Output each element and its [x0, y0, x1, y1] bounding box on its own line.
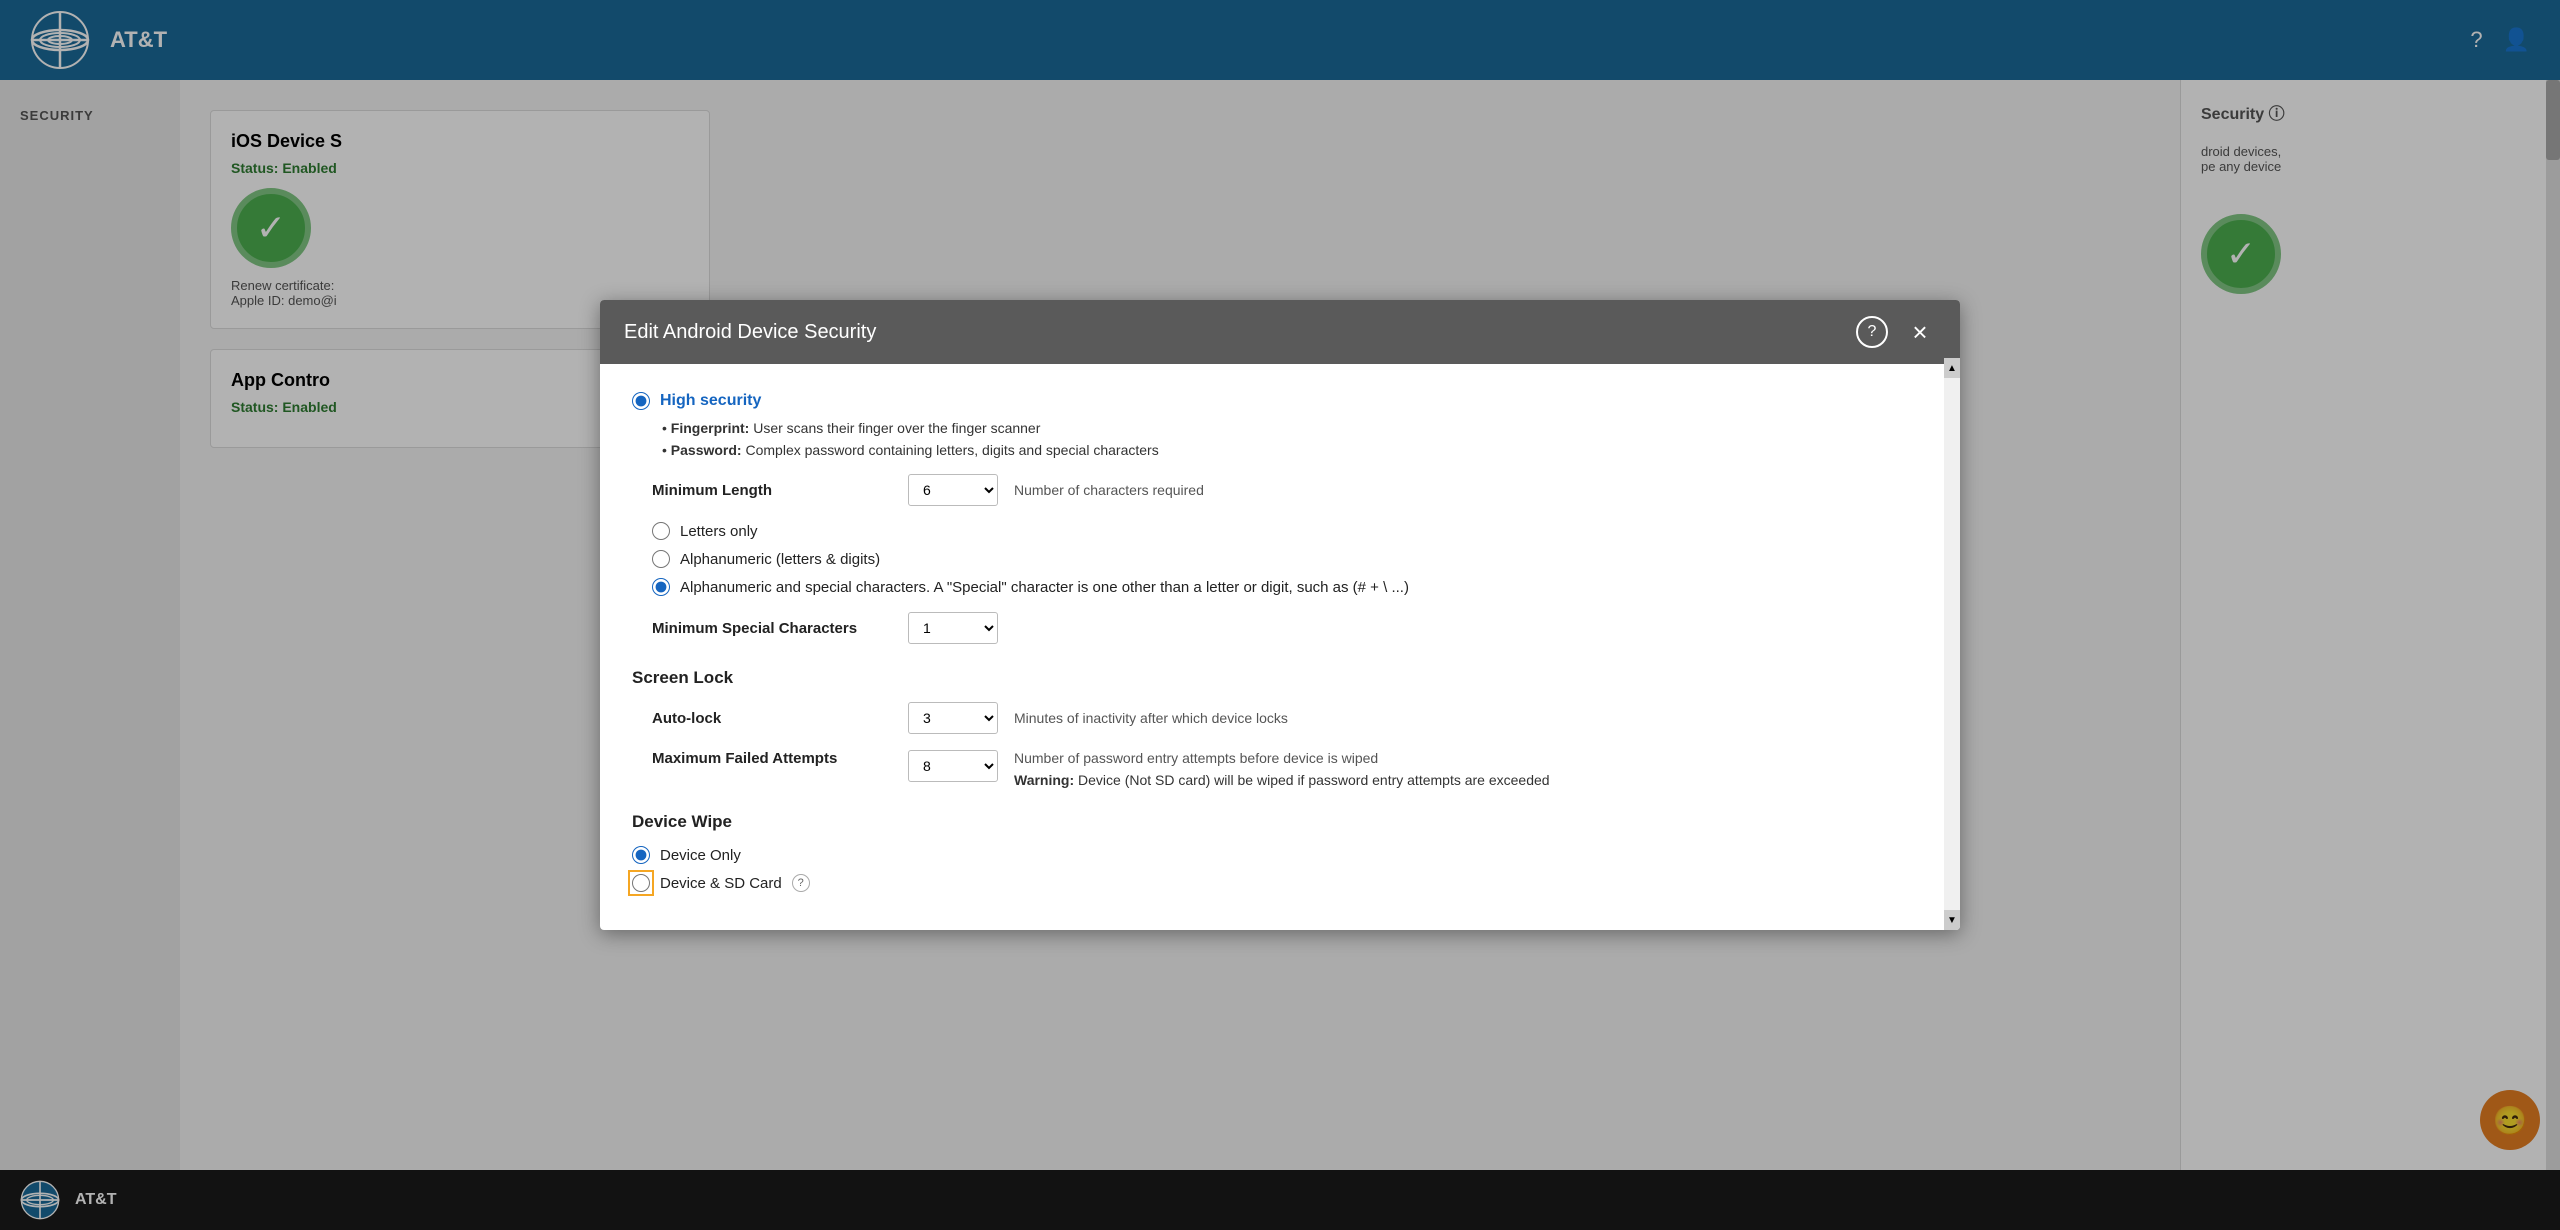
min-special-chars-row: Minimum Special Characters 0 1 2 3 4 5: [652, 612, 1928, 644]
alphanumeric-special-option: Alphanumeric and special characters. A "…: [652, 578, 1928, 596]
max-failed-attempts-hint: Number of password entry attempts before…: [1014, 750, 1550, 766]
warning-desc: Device (Not SD card) will be wiped if pa…: [1078, 772, 1550, 788]
auto-lock-select[interactable]: 1 2 3 4 5 10 15 30: [908, 702, 998, 734]
password-desc: Complex password containing letters, dig…: [746, 442, 1159, 458]
minimum-length-hint: Number of characters required: [1014, 482, 1204, 498]
max-failed-attempts-select[interactable]: 4 5 6 7 8 9 10: [908, 750, 998, 782]
alphanumeric-option: Alphanumeric (letters & digits): [652, 550, 1928, 568]
device-sd-card-help-icon[interactable]: ?: [792, 874, 810, 892]
auto-lock-label: Auto-lock: [652, 710, 892, 727]
device-only-option: Device Only: [632, 846, 1928, 864]
password-type-group: Letters only Alphanumeric (letters & dig…: [652, 522, 1928, 596]
high-security-option: High security: [632, 392, 1928, 410]
high-security-radio[interactable]: [632, 392, 650, 410]
password-label: Password:: [671, 442, 742, 458]
modal-title: Edit Android Device Security: [624, 321, 876, 344]
max-failed-attempts-warning: Warning: Device (Not SD card) will be wi…: [1014, 772, 1550, 788]
modal-scrollbar-up-arrow[interactable]: ▲: [1944, 358, 1960, 378]
minimum-length-row: Minimum Length 4 5 6 7 8 9 10 Number of …: [652, 474, 1928, 506]
device-sd-card-option: Device & SD Card ?: [632, 874, 1928, 892]
device-only-radio[interactable]: [632, 846, 650, 864]
password-bullet: • Password: Complex password containing …: [662, 442, 1928, 458]
auto-lock-row: Auto-lock 1 2 3 4 5 10 15 30 Minutes of …: [652, 702, 1928, 734]
security-bullet-list: • Fingerprint: User scans their finger o…: [662, 420, 1928, 458]
min-special-chars-select[interactable]: 0 1 2 3 4 5: [908, 612, 998, 644]
max-failed-attempts-label: Maximum Failed Attempts: [652, 750, 892, 767]
warning-label: Warning:: [1014, 772, 1074, 788]
device-sd-card-label: Device & SD Card: [660, 875, 782, 892]
high-security-label: High security: [660, 392, 761, 410]
letters-only-option: Letters only: [652, 522, 1928, 540]
screen-lock-section-header: Screen Lock: [632, 668, 1928, 688]
minimum-length-label: Minimum Length: [652, 482, 892, 499]
alphanumeric-label: Alphanumeric (letters & digits): [680, 551, 880, 568]
alphanumeric-special-label: Alphanumeric and special characters. A "…: [680, 579, 1409, 596]
edit-android-security-modal: Edit Android Device Security ? × High se…: [600, 300, 1960, 930]
auto-lock-hint: Minutes of inactivity after which device…: [1014, 710, 1288, 726]
modal-scrollbar-track: [1944, 378, 1960, 910]
device-wipe-section: Device Wipe Device Only Device & SD Card…: [632, 812, 1928, 892]
alphanumeric-radio[interactable]: [652, 550, 670, 568]
modal-close-button[interactable]: ×: [1904, 316, 1936, 348]
minimum-length-select[interactable]: 4 5 6 7 8 9 10: [908, 474, 998, 506]
modal-header-actions: ? ×: [1856, 316, 1936, 348]
letters-only-radio[interactable]: [652, 522, 670, 540]
device-only-label: Device Only: [660, 847, 741, 864]
letters-only-label: Letters only: [680, 523, 758, 540]
fingerprint-desc: User scans their finger over the finger …: [753, 420, 1040, 436]
alphanumeric-special-radio[interactable]: [652, 578, 670, 596]
modal-header: Edit Android Device Security ? ×: [600, 300, 1960, 364]
fingerprint-bullet: • Fingerprint: User scans their finger o…: [662, 420, 1928, 436]
fingerprint-label: Fingerprint:: [671, 420, 750, 436]
max-failed-attempts-row: Maximum Failed Attempts 4 5 6 7 8 9 10 N…: [652, 750, 1928, 788]
modal-body: High security • Fingerprint: User scans …: [600, 364, 1960, 930]
min-special-chars-label: Minimum Special Characters: [652, 620, 892, 637]
modal-help-button[interactable]: ?: [1856, 316, 1888, 348]
modal-scrollbar-down-arrow[interactable]: ▼: [1944, 910, 1960, 930]
max-failed-attempts-hints: Number of password entry attempts before…: [1014, 750, 1550, 788]
modal-scrollbar: ▲ ▼: [1944, 358, 1960, 930]
device-wipe-section-header: Device Wipe: [632, 812, 1928, 832]
device-sd-card-radio[interactable]: [632, 874, 650, 892]
